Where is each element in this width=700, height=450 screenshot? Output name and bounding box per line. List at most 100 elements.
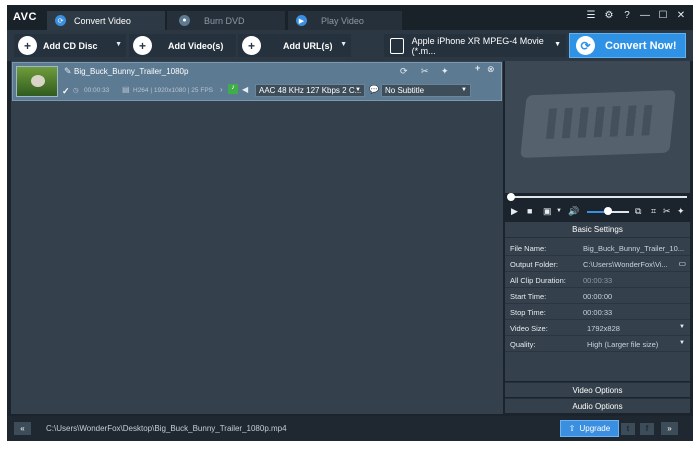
pencil-icon[interactable]: ✎ <box>64 66 72 77</box>
subtitle-select[interactable]: No Subtitle ▼ <box>381 84 471 97</box>
subtitle-icon: 💬 <box>369 85 379 94</box>
seek-bar[interactable] <box>505 193 690 202</box>
maximize-icon[interactable]: ☐ <box>657 10 669 21</box>
profile-label: Apple iPhone XR MPEG-4 Movie (*.m... <box>411 35 544 56</box>
setting-video-size[interactable]: Video Size: 1792x828 ▼ <box>505 320 690 336</box>
file-row[interactable]: ✎ Big_Buck_Bunny_Trailer_1080p ⟳ ✂ ✦ + ⊗… <box>12 62 502 101</box>
player-controls: ▶ ■ ▣ ▼ 🔊 ⧉ ⌗ ✂ ✦ <box>505 204 690 220</box>
play-icon: ▶ <box>296 15 307 26</box>
video-info: H264 | 1920x1080 | 25 FPS <box>133 87 213 94</box>
setting-value[interactable]: 00:00:00 <box>583 292 685 301</box>
minimize-icon[interactable]: — <box>639 10 651 21</box>
setting-label: Stop Time: <box>510 308 546 317</box>
disc-add-icon: + <box>18 36 37 55</box>
setting-value[interactable]: High (Larger file size) <box>587 340 677 349</box>
camera-icon[interactable]: ▣ <box>543 206 552 217</box>
setting-output-folder[interactable]: Output Folder: C:\Users\WonderFox\Vi... … <box>505 256 690 272</box>
list-icon[interactable]: ☰ <box>585 10 597 21</box>
upgrade-button[interactable]: ⇧ Upgrade <box>560 420 619 437</box>
close-icon[interactable]: ✕ <box>675 10 687 21</box>
add-video-label: Add Video(s) <box>168 40 224 51</box>
setting-label: All Clip Duration: <box>510 276 566 285</box>
gear-icon[interactable]: ⚙ <box>603 10 615 21</box>
refresh-icon[interactable]: ⟳ <box>400 66 408 77</box>
checkbox-checked-icon[interactable]: ✓ <box>62 86 70 97</box>
collapse-left-icon[interactable]: « <box>14 422 31 435</box>
setting-value[interactable]: Big_Buck_Bunny_Trailer_10... <box>583 244 685 253</box>
seek-track[interactable] <box>511 196 687 198</box>
setting-label: File Name: <box>510 244 547 253</box>
subtitle-label: No Subtitle <box>385 86 425 95</box>
app-logo: AVC <box>13 11 37 23</box>
audio-track-label: AAC 48 KHz 127 Kbps 2 C... <box>259 86 362 95</box>
status-bar: « C:\Users\WonderFox\Desktop\Big_Buck_Bu… <box>7 416 693 441</box>
stop-icon[interactable]: ■ <box>527 206 532 216</box>
setting-file-name[interactable]: File Name: Big_Buck_Bunny_Trailer_10... <box>505 240 690 256</box>
title-bar: AVC ⟳ Convert Video ● Burn DVD ▶ Play Vi… <box>7 5 693 30</box>
duration: 00:00:33 <box>84 87 110 94</box>
close-circle-icon[interactable]: ⊗ <box>487 64 495 75</box>
setting-label: Output Folder: <box>510 260 558 269</box>
add-videos-button[interactable]: + Add Video(s) <box>129 34 236 57</box>
disc-icon: ● <box>179 15 190 26</box>
setting-value: 00:00:33 <box>583 276 613 285</box>
setting-all-clip-duration: All Clip Duration: 00:00:33 <box>505 272 690 288</box>
speaker-icon: ◀ <box>242 85 249 94</box>
fullscreen-icon[interactable]: ⧉ <box>635 206 641 217</box>
audio-track-icon: ♪ <box>228 84 238 94</box>
help-icon[interactable]: ? <box>621 10 633 21</box>
tab-label: Burn DVD <box>204 15 245 26</box>
setting-stop-time[interactable]: Stop Time: 00:00:33 <box>505 304 690 320</box>
add-urls-button[interactable]: + Add URL(s) ▼ <box>238 34 351 57</box>
setting-value[interactable]: 1792x828 <box>587 324 689 333</box>
play-icon[interactable]: ▶ <box>511 206 518 217</box>
chevron-down-icon: ▼ <box>461 87 467 93</box>
setting-value[interactable]: 00:00:33 <box>583 308 685 317</box>
setting-start-time[interactable]: Start Time: 00:00:00 <box>505 288 690 304</box>
magic-wand-icon[interactable]: ✦ <box>677 206 685 217</box>
output-profile-select[interactable]: Apple iPhone XR MPEG-4 Movie (*.m... ▼ <box>384 34 566 57</box>
audio-options-button[interactable]: Audio Options <box>505 398 690 413</box>
plus-icon[interactable]: + <box>475 63 480 73</box>
clock-icon: ◷ <box>73 87 79 94</box>
tab-label: Convert Video <box>74 15 131 26</box>
convert-now-button[interactable]: ⟳ Convert Now! <box>569 33 686 58</box>
scissors-icon[interactable]: ✂ <box>663 206 671 217</box>
chevron-down-icon: ▼ <box>355 87 361 93</box>
tab-play-video[interactable]: ▶ Play Video <box>288 11 402 30</box>
upgrade-label: Upgrade <box>579 424 611 433</box>
add-cd-disc-button[interactable]: + Add CD Disc ▼ <box>14 34 126 57</box>
app-window: AVC ⟳ Convert Video ● Burn DVD ▶ Play Vi… <box>7 5 693 441</box>
volume-icon[interactable]: 🔊 <box>568 206 579 217</box>
file-name: Big_Buck_Bunny_Trailer_1080p <box>74 67 189 76</box>
chevron-down-icon[interactable]: ▼ <box>679 324 685 330</box>
chevron-down-icon[interactable]: ▼ <box>556 208 562 214</box>
scissors-icon[interactable]: ✂ <box>421 66 429 77</box>
folder-icon[interactable]: ▭ <box>678 259 686 268</box>
toolbar: + Add CD Disc ▼ + Add Video(s) + Add URL… <box>7 30 693 61</box>
add-cd-label: Add CD Disc <box>43 40 98 51</box>
add-url-label: Add URL(s) <box>283 40 333 51</box>
twitter-icon[interactable]: t <box>621 423 635 435</box>
globe-add-icon: + <box>242 36 261 55</box>
seek-knob[interactable] <box>507 193 515 201</box>
facebook-icon[interactable]: f <box>640 423 654 435</box>
chevron-down-icon[interactable]: ▼ <box>115 41 122 48</box>
chevron-down-icon[interactable]: ▼ <box>679 340 685 346</box>
video-thumbnail[interactable] <box>16 66 58 97</box>
tab-burn-dvd[interactable]: ● Burn DVD <box>167 11 285 30</box>
collapse-right-icon[interactable]: » <box>661 422 678 435</box>
video-options-button[interactable]: Video Options <box>505 382 690 397</box>
setting-value[interactable]: C:\Users\WonderFox\Vi... <box>583 260 671 269</box>
crop-icon[interactable]: ⌗ <box>651 206 656 217</box>
setting-label: Quality: <box>510 340 536 349</box>
magic-wand-icon[interactable]: ✦ <box>441 66 449 77</box>
volume-knob[interactable] <box>604 207 612 215</box>
chevron-down-icon[interactable]: ▼ <box>340 41 347 48</box>
film-placeholder-icon <box>520 90 676 158</box>
file-list: ✎ Big_Buck_Bunny_Trailer_1080p ⟳ ✂ ✦ + ⊗… <box>11 61 503 414</box>
setting-quality[interactable]: Quality: High (Larger file size) ▼ <box>505 336 690 352</box>
audio-track-select[interactable]: AAC 48 KHz 127 Kbps 2 C... ▼ <box>255 84 365 97</box>
basic-settings-panel: Basic Settings File Name: Big_Buck_Bunny… <box>505 222 690 381</box>
tab-convert-video[interactable]: ⟳ Convert Video <box>47 11 165 30</box>
